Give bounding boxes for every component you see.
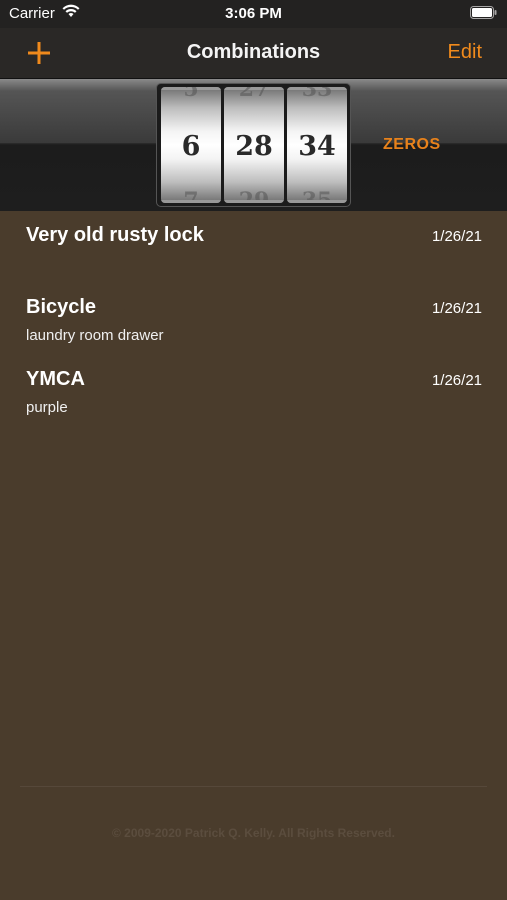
edit-button[interactable]: Edit: [448, 41, 482, 64]
combination-name: Bicycle: [26, 296, 97, 318]
page-title: Combinations: [186, 41, 321, 63]
dial-rim: [287, 200, 347, 203]
combination-note: laundry room drawer: [26, 327, 164, 344]
dial-rim: [161, 200, 221, 203]
combination-name: YMCA: [26, 368, 85, 390]
status-time: 3:06 PM: [225, 5, 282, 22]
zeros-button[interactable]: ZEROS: [383, 136, 441, 154]
dial-prev-number: 33: [301, 87, 333, 102]
dial-wheel-1[interactable]: 5 6 7: [161, 87, 221, 203]
combination-name: Very old rusty lock: [26, 224, 204, 246]
combinations-list: Very old rusty lock 1/26/21 Bicycle 1/26…: [0, 211, 507, 427]
dial-prev-number: 27: [238, 87, 270, 102]
dial-wheel-3[interactable]: 33 34 35: [287, 87, 347, 203]
list-item[interactable]: Very old rusty lock 1/26/21: [0, 211, 507, 283]
dial-wheel-2[interactable]: 27 28 29: [224, 87, 284, 203]
dial-current-number: 6: [181, 131, 201, 162]
copyright-notice: © 2009-2020 Patrick Q. Kelly. All Rights…: [112, 826, 395, 840]
combination-date: 1/26/21: [431, 372, 482, 389]
lock-dial-panel: 5 6 7 27 28 29 33 34 35 ZEROS: [0, 79, 507, 211]
navigation-bar: Combinations Edit: [0, 28, 507, 79]
footer-divider: [20, 786, 487, 787]
combination-note: purple: [26, 399, 68, 416]
list-item[interactable]: Bicycle 1/26/21 laundry room drawer: [0, 283, 507, 355]
list-item[interactable]: YMCA 1/26/21 purple: [0, 355, 507, 427]
dial-rim: [224, 200, 284, 203]
dial-current-number: 28: [235, 131, 273, 162]
status-bar: Carrier 3:06 PM: [0, 0, 507, 28]
combination-date: 1/26/21: [431, 300, 482, 317]
dial-prev-number: 5: [183, 87, 199, 102]
combination-dial: 5 6 7 27 28 29 33 34 35: [157, 84, 350, 206]
combination-date: 1/26/21: [431, 228, 482, 245]
battery-icon: [470, 6, 497, 19]
dial-current-number: 34: [298, 131, 336, 162]
